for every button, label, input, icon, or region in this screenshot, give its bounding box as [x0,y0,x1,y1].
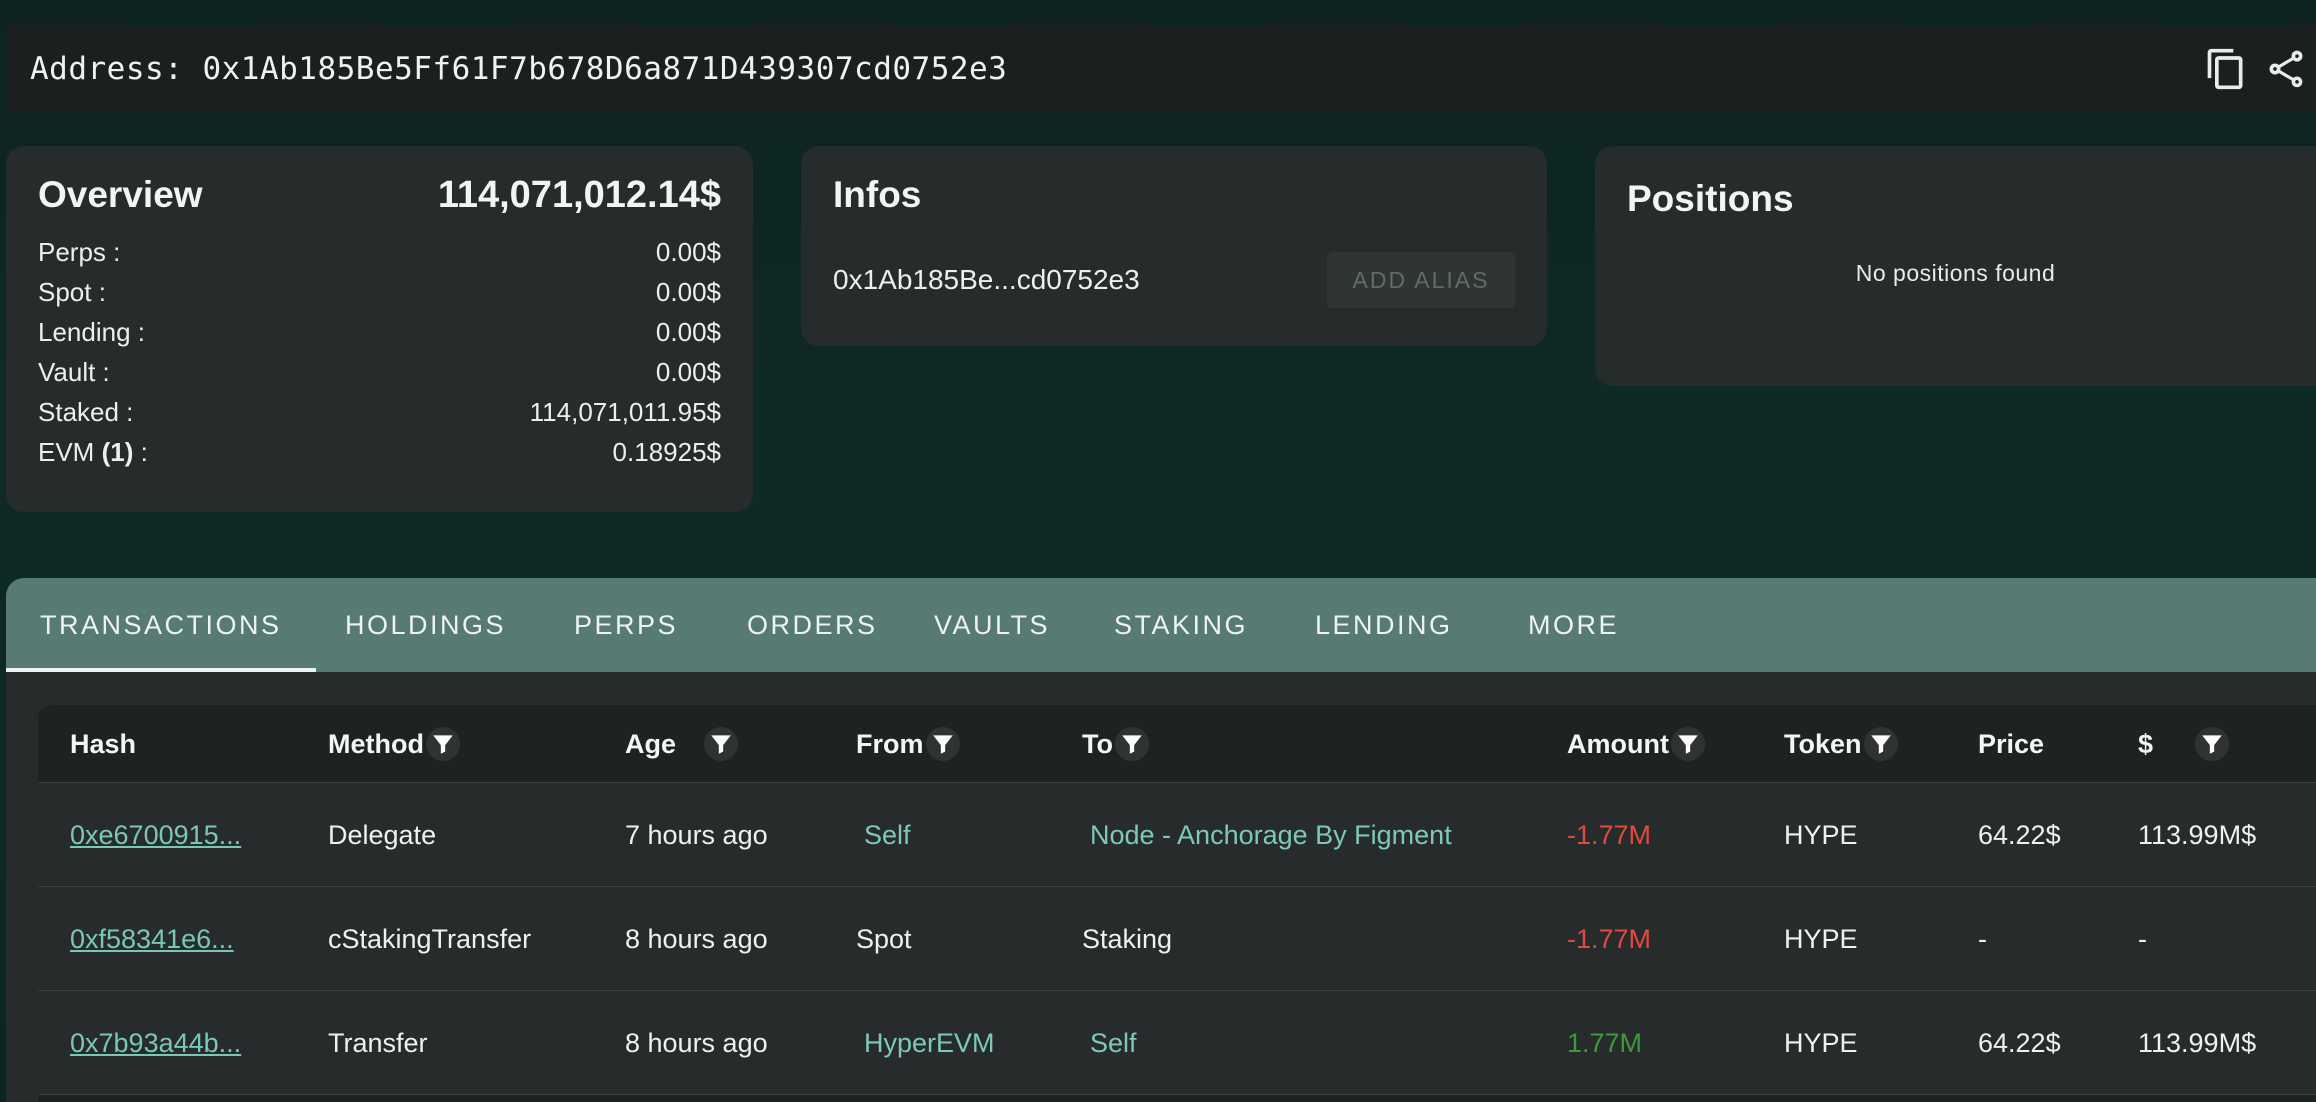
tx-age: 8 hours ago [625,923,768,954]
filter-icon [1678,735,1698,754]
table-row: 0x7b93a44b... Transfer 8 hours ago Hyper… [38,991,2316,1095]
overview-row-staked: Staked : 114,071,011.95$ [38,396,721,427]
tx-usd: 113.99M$ [2138,1027,2257,1058]
filter-icon [711,735,731,754]
overview-row-perps: Perps : 0.00$ [38,236,721,267]
age-filter-button[interactable] [704,727,739,761]
positions-card: Positions No positions found [1595,146,2316,386]
copy-icon [2207,48,2243,90]
filter-icon [433,735,453,754]
address-label: Address: 0x1Ab185Be5Ff61F7b678D6a871D439… [30,51,1008,87]
short-address: 0x1Ab185Be...cd0752e3 [833,264,1140,295]
tx-from: Spot [856,923,912,954]
to-filter-button[interactable] [1114,727,1149,761]
overview-title: Overview [38,174,203,215]
tx-method: Delegate [328,819,437,850]
share-icon [2269,50,2303,88]
method-filter-button[interactable] [425,727,460,761]
column-from: From [856,705,960,783]
column-method: Method [328,705,460,783]
tx-token: HYPE [1784,923,1858,954]
tx-hash-link[interactable]: 0xf58341e6... [70,887,234,991]
usd-filter-button[interactable] [2195,727,2230,761]
table-header: Hash Method Age From To Amount Token Pri… [38,705,2316,783]
overview-total: 114,071,012.14$ [437,173,721,216]
tab-holdings[interactable]: HOLDINGS [345,578,506,672]
tx-to: Staking [1082,923,1173,954]
tx-usd: 113.99M$ [2138,819,2257,850]
filter-icon [1870,735,1891,754]
tx-hash-link[interactable]: 0x7b93a44b... [70,991,241,1095]
column-token: Token [1784,705,1898,783]
tx-token: HYPE [1784,1027,1858,1058]
tx-usd: - [2138,923,2147,954]
add-alias-button[interactable]: ADD ALIAS [1327,252,1515,308]
transactions-table: Hash Method Age From To Amount Token Pri… [38,705,2316,1102]
column-usd: $ [2138,705,2230,783]
copy-button[interactable] [2196,39,2256,99]
tx-amount: -1.77M [1567,819,1652,850]
tx-age: 8 hours ago [625,1027,768,1058]
positions-title: Positions [1627,178,1794,219]
column-to: To [1082,705,1149,783]
overview-row-vault: Vault : 0.00$ [38,356,721,387]
tx-age: 7 hours ago [625,819,768,850]
column-hash: Hash [70,728,137,759]
filter-icon [932,735,953,754]
positions-empty-text: No positions found [1855,260,2056,286]
address-bar: Address: 0x1Ab185Be5Ff61F7b678D6a871D439… [6,26,2316,112]
filter-icon [2202,735,2222,754]
tab-orders[interactable]: ORDERS [747,578,878,672]
column-price: Price [1978,728,2045,759]
tx-method: cStakingTransfer [328,923,532,954]
tx-price: - [1978,923,1987,954]
tx-from-link[interactable]: Self [864,783,911,887]
infos-card: Infos 0x1Ab185Be...cd0752e3 ADD ALIAS [801,146,1547,346]
tab-perps[interactable]: PERPS [574,578,678,672]
overview-row-evm: EVM (1) : 0.18925$ [38,436,721,467]
token-filter-button[interactable] [1863,727,1898,761]
tx-to-link[interactable]: Node - Anchorage By Figment [1090,783,1452,887]
tx-to-link[interactable]: Self [1090,991,1137,1095]
tab-lending[interactable]: LENDING [1315,578,1453,672]
tx-from-link[interactable]: HyperEVM [864,991,995,1095]
infos-title: Infos [833,174,922,215]
table-row: 0xe6700915... Delegate 7 hours ago Self … [38,783,2316,887]
amount-filter-button[interactable] [1670,727,1705,761]
column-age: Age [625,705,739,783]
tab-vaults[interactable]: VAULTS [934,578,1050,672]
tab-transactions[interactable]: TRANSACTIONS [6,578,315,672]
overview-rows: Perps : 0.00$ Spot : 0.00$ Lending : 0.0… [38,232,721,472]
tx-price: 64.22$ [1978,1027,2061,1058]
tx-amount: -1.77M [1567,923,1652,954]
overview-row-lending: Lending : 0.00$ [38,316,721,347]
tx-amount: 1.77M [1567,1027,1643,1058]
tab-staking[interactable]: STAKING [1114,578,1248,672]
from-filter-button[interactable] [925,727,960,761]
tx-price: 64.22$ [1978,819,2061,850]
tabs-bar: TRANSACTIONS HOLDINGS PERPS ORDERS VAULT… [6,578,2316,672]
tabs-panel: TRANSACTIONS HOLDINGS PERPS ORDERS VAULT… [6,578,2316,1102]
evm-label: EVM (1) : [38,436,148,467]
tx-token: HYPE [1784,819,1858,850]
overview-card: Overview 114,071,012.14$ Perps : 0.00$ S… [6,146,753,512]
tx-hash-link[interactable]: 0xe6700915... [70,783,241,887]
filter-icon [1122,735,1142,754]
tx-method: Transfer [328,1027,428,1058]
tab-more[interactable]: MORE [1528,578,1619,672]
column-amount: Amount [1567,705,1705,783]
share-button[interactable] [2256,39,2316,99]
overview-row-spot: Spot : 0.00$ [38,276,721,307]
table-row: 0xf58341e6... cStakingTransfer 8 hours a… [38,887,2316,991]
